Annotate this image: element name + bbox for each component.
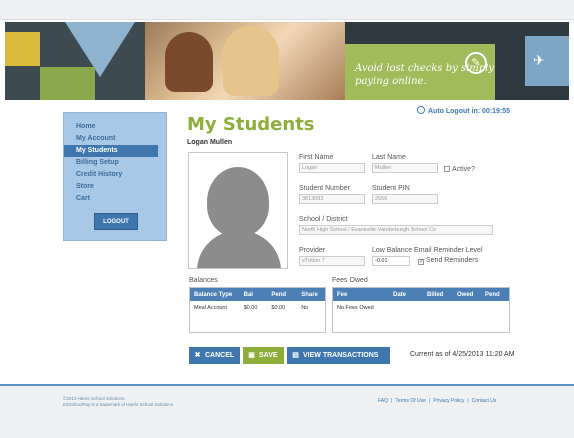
save-icon: ▣ <box>248 352 255 359</box>
document-icon: ▤ <box>292 352 299 359</box>
column-header: Fee <box>337 291 348 298</box>
footer-links: FAQ | Terms Of Use | Privacy Policy | Contact … <box>378 398 497 404</box>
copyright-line: EZSchoolPay is a trademark of Harris Sch… <box>63 402 175 407</box>
column-header: Date <box>393 291 407 298</box>
active-checkbox[interactable]: Active? <box>444 166 475 173</box>
provider-label: Provider <box>299 247 326 254</box>
footer-link-faq[interactable]: FAQ <box>378 398 388 404</box>
student-name: Logan Mullen <box>187 139 233 146</box>
logout-button[interactable]: LOGOUT <box>94 213 138 230</box>
view-transactions-button-label: VIEW TRANSACTIONS <box>303 352 379 359</box>
checkbox-box[interactable] <box>444 166 450 172</box>
first-name-field[interactable]: Logan <box>299 163 365 173</box>
banner-photo <box>145 22 345 100</box>
copyright: ©2013 Harris School Solutions. EZSchoolP… <box>63 396 174 408</box>
banner-photo-figure <box>165 32 213 92</box>
banner-decoration <box>5 32 40 66</box>
paper-plane-icon: ✈ <box>533 52 545 68</box>
fees-owed-table: Fee Date Billed Owed Pend No Fees Owed <box>332 287 510 333</box>
student-pin-field[interactable]: 2656 <box>372 194 438 204</box>
balances-label: Balances <box>189 277 218 284</box>
table-cell: $0.00 <box>271 304 286 311</box>
clock-icon <box>417 106 425 114</box>
footer-link-privacy[interactable]: Privacy Policy <box>433 398 464 404</box>
column-header: Pend <box>271 291 287 298</box>
banner-decoration <box>40 67 95 100</box>
school-district-field[interactable]: North High School / Evansville-Vanderbur… <box>299 225 493 235</box>
save-button-label: SAVE <box>259 352 278 359</box>
send-reminders-label: Send Reminders <box>426 257 479 264</box>
column-header: Balance Type <box>194 291 233 298</box>
auto-logout-text: Auto Logout in: 00:19:55 <box>428 108 511 115</box>
column-header: Pend <box>485 291 500 298</box>
auto-logout-timer: Auto Logout in: 00:19:55 <box>417 106 510 115</box>
active-checkbox-label: Active? <box>452 166 475 173</box>
last-name-field[interactable]: Mullen <box>372 163 438 173</box>
balances-table-header: Balance Type Bal Pend Share <box>190 288 325 301</box>
view-transactions-button[interactable]: ▤ VIEW TRANSACTIONS <box>287 347 390 364</box>
sidebar-item-store[interactable]: Store <box>64 181 166 193</box>
student-avatar <box>188 152 288 269</box>
cancel-button-label: CANCEL <box>205 352 235 359</box>
student-pin-label: Student PIN <box>372 185 410 192</box>
sidebar-item-billing-setup[interactable]: Billing Setup <box>64 157 166 169</box>
pencil-icon: ✎ <box>465 52 487 74</box>
sidebar-item-home[interactable]: Home <box>64 121 166 133</box>
table-cell: No <box>301 304 309 311</box>
close-icon: ✖ <box>194 352 201 359</box>
send-reminders-checkbox[interactable]: ✓ Send Reminders <box>418 257 478 265</box>
student-number-label: Student Number <box>299 185 350 192</box>
balances-table: Balance Type Bal Pend Share Meal Account… <box>189 287 326 333</box>
sidebar-item-my-students[interactable]: My Students <box>64 145 158 157</box>
footer-link-terms[interactable]: Terms Of Use <box>395 398 426 404</box>
cancel-button[interactable]: ✖ CANCEL <box>189 347 240 364</box>
last-updated-text: Current as of 4/25/2013 11:20 AM <box>410 351 515 358</box>
low-balance-field[interactable]: -0.01 <box>372 256 410 266</box>
avatar-silhouette-body <box>197 231 281 268</box>
provider-field[interactable]: eTrition 7 <box>299 256 365 266</box>
banner-decoration <box>525 36 569 86</box>
sidebar-item-my-account[interactable]: My Account <box>64 133 166 145</box>
sidebar-item-credit-history[interactable]: Credit History <box>64 169 166 181</box>
column-header: Owed <box>457 291 474 298</box>
footer: ©2013 Harris School Solutions. EZSchoolP… <box>0 386 574 438</box>
table-cell: $0.00 <box>243 304 258 311</box>
column-header: Share <box>301 291 318 298</box>
empty-state-text: No Fees Owed <box>337 304 374 311</box>
table-row: Meal Account $0.00 $0.00 No <box>190 301 325 314</box>
fees-owed-label: Fees Owed <box>332 277 368 284</box>
browser-top-strip <box>0 0 574 20</box>
low-balance-label: Low Balance Email Reminder Level <box>372 247 483 254</box>
page-title: My Students <box>187 114 315 135</box>
student-number-field[interactable]: 3813093 <box>299 194 365 204</box>
column-header: Bal <box>243 291 253 298</box>
sidebar: Home My Account My Students Billing Setu… <box>63 112 167 241</box>
sidebar-item-cart[interactable]: Cart <box>64 193 166 205</box>
save-button[interactable]: ▣ SAVE <box>243 347 284 364</box>
fees-owed-table-header: Fee Date Billed Owed Pend <box>333 288 509 301</box>
table-cell: Meal Account <box>194 304 228 311</box>
first-name-label: First Name <box>299 154 334 161</box>
header-banner: Avoid lost checks by simply paying onlin… <box>5 22 569 100</box>
column-header: Billed <box>427 291 444 298</box>
banner-photo-figure <box>223 26 279 96</box>
footer-link-contact[interactable]: Contact Us <box>472 398 497 404</box>
school-district-label: School / District <box>299 216 348 223</box>
table-row: No Fees Owed <box>333 301 509 314</box>
checkbox-box-checked[interactable]: ✓ <box>418 259 424 265</box>
last-name-label: Last Name <box>372 154 406 161</box>
avatar-silhouette-head <box>207 167 269 237</box>
